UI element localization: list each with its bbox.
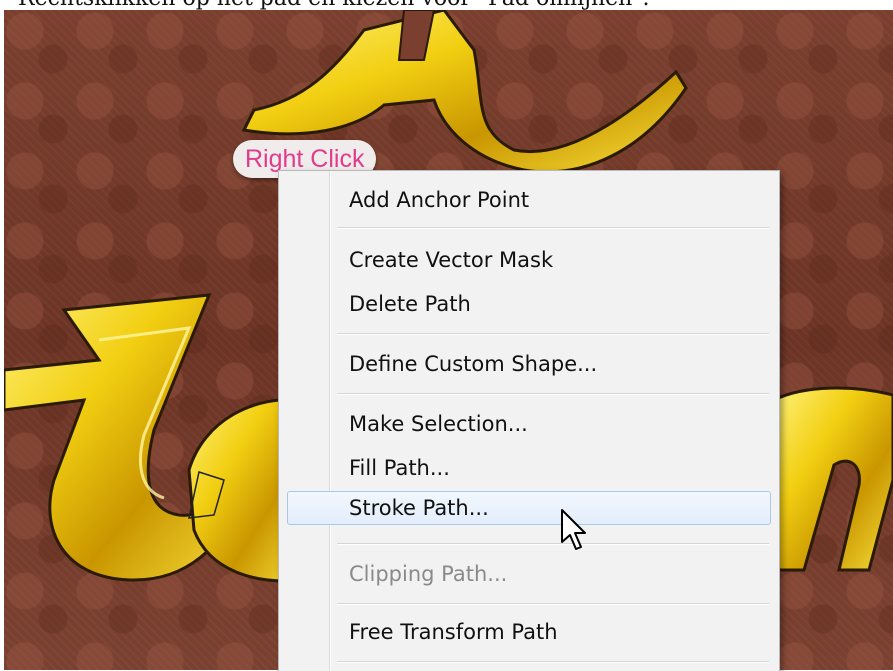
path-context-menu: Add Anchor Point Create Vector Mask Dele… — [278, 170, 780, 671]
letter-n-shape — [772, 386, 893, 572]
menu-item-make-selection[interactable]: Make Selection... — [287, 407, 771, 441]
menu-separator — [337, 661, 769, 663]
menu-item-clipping-path: Clipping Path... — [349, 562, 508, 586]
menu-separator — [337, 543, 769, 545]
menu-item-create-vector-mask[interactable]: Create Vector Mask — [287, 243, 771, 277]
menu-separator — [337, 603, 769, 605]
mouse-pointer-icon — [561, 509, 586, 550]
menu-separator — [337, 227, 769, 229]
menu-separator — [337, 333, 769, 335]
menu-item-delete-path[interactable]: Delete Path — [287, 287, 771, 321]
menu-item-free-transform-path[interactable]: Free Transform Path — [287, 615, 771, 649]
menu-item-stroke-path[interactable]: Stroke Path... — [287, 491, 771, 525]
menu-item-define-custom-shape[interactable]: Define Custom Shape... — [287, 347, 771, 381]
menu-item-fill-path[interactable]: Fill Path... — [287, 451, 771, 485]
menu-item-add-anchor-point[interactable]: Add Anchor Point — [287, 183, 771, 217]
tutorial-caption: Rechtsklikken op het pad en kiezen voor … — [0, 0, 893, 10]
menu-separator — [337, 393, 769, 395]
